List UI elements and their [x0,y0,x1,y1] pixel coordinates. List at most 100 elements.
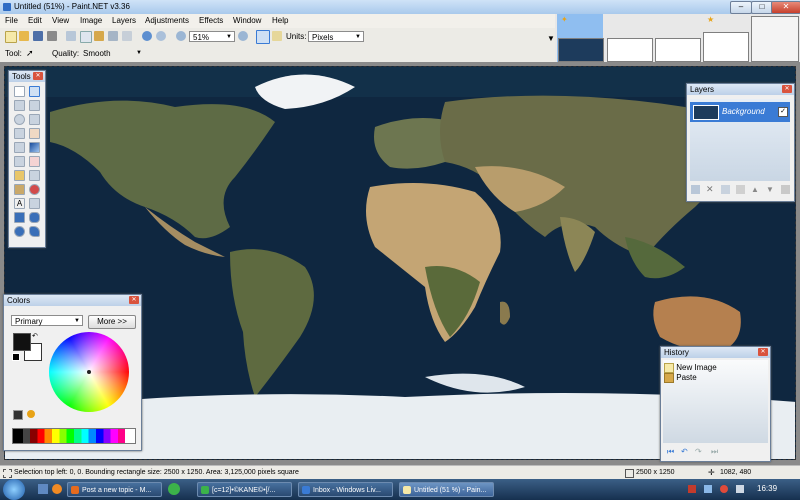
crop-icon[interactable] [108,31,118,41]
palette-options-icon[interactable] [13,410,23,420]
menu-layers[interactable]: Layers [112,16,136,25]
tray-network-icon[interactable] [704,485,712,493]
close-icon[interactable]: ✕ [129,296,139,304]
palette-colorpicker-icon[interactable] [27,410,35,418]
primary-color-swatch[interactable] [13,333,31,351]
fast-forward-icon[interactable]: ⏭ [711,447,718,457]
start-button[interactable] [3,479,25,500]
open-icon[interactable] [19,31,29,41]
save-icon[interactable] [33,31,43,41]
menu-effects[interactable]: Effects [199,16,223,25]
chevron-down-icon[interactable]: ▼ [547,34,555,43]
menu-window[interactable]: Window [233,16,261,25]
pencil-tool[interactable] [14,170,25,181]
swap-colors-icon[interactable]: ↶ [32,332,38,340]
image-thumb-3[interactable] [655,38,701,62]
pan-tool[interactable] [29,128,40,139]
move-up-icon[interactable]: ▲ [751,185,760,194]
layer-row-background[interactable]: Background ✓ [690,102,790,122]
close-icon[interactable]: ✕ [782,85,792,93]
zoom-in-icon[interactable] [238,31,248,41]
image-thumb-5[interactable] [751,16,799,62]
zoom-out-icon[interactable] [176,31,186,41]
redo-icon[interactable]: ↷ [695,447,702,456]
menu-image[interactable]: Image [80,16,102,25]
undo-icon[interactable]: ↶ [681,447,688,456]
freeform-shape-tool[interactable] [29,226,40,237]
menu-adjustments[interactable]: Adjustments [145,16,189,25]
clone-stamp-tool[interactable] [14,184,25,195]
ruler-icon[interactable] [272,31,282,41]
layer-properties-icon[interactable] [781,185,790,194]
delete-layer-icon[interactable]: ✕ [706,185,715,194]
minimize-button[interactable]: – [730,1,752,14]
messenger-icon[interactable] [168,483,180,495]
image-thumb-2[interactable] [607,38,653,62]
close-button[interactable]: ✕ [771,1,800,14]
close-icon[interactable]: ✕ [758,348,768,356]
more-button[interactable]: More >> [88,315,136,329]
move-tool-icon[interactable]: ➚ [26,48,34,59]
eraser-tool[interactable] [29,156,40,167]
history-item-new-image[interactable]: New Image [664,363,717,373]
tray-security-icon[interactable] [720,485,728,493]
rewind-icon[interactable]: ⏮ [667,447,674,457]
paint-bucket-tool[interactable] [14,142,25,153]
tray-volume-icon[interactable] [736,485,744,493]
recolor-tool[interactable] [29,184,40,195]
taskbar-chat[interactable]: [c=12]•©KANE©•[/... [197,482,292,497]
taskbar-mail[interactable]: Inbox - Windows Liv... [298,482,393,497]
menu-file[interactable]: File [5,16,18,25]
cut-icon[interactable] [66,31,76,41]
text-tool[interactable]: A [14,198,25,209]
zoom-tool[interactable] [29,114,40,125]
taskbar-firefox[interactable]: Post a new topic - M... [67,482,162,497]
maximize-button[interactable]: □ [751,1,773,14]
image-thumb-4[interactable] [703,32,749,62]
line-tool[interactable] [29,198,40,209]
tray-flag-icon[interactable] [688,485,696,493]
add-layer-icon[interactable] [691,185,700,194]
menu-edit[interactable]: Edit [28,16,42,25]
deselect-icon[interactable] [122,31,132,41]
gradient-tool[interactable] [29,142,40,153]
reset-colors-icon[interactable] [12,353,20,361]
image-thumb-active[interactable] [558,38,604,62]
new-icon[interactable] [5,31,17,43]
lasso-tool[interactable] [14,100,25,111]
move-tool[interactable] [29,100,40,111]
show-desktop-icon[interactable] [38,484,48,494]
menu-help[interactable]: Help [272,16,288,25]
quality-combo[interactable]: Smooth ▼ [80,48,144,59]
history-item-paste[interactable]: Paste [664,373,697,383]
close-icon[interactable]: ✕ [33,72,43,80]
merge-layer-icon[interactable] [736,185,745,194]
rounded-rect-tool[interactable] [29,212,40,223]
color-mode-combo[interactable]: Primary ▼ [11,315,83,326]
ellipse-tool[interactable] [14,226,25,237]
media-player-icon[interactable] [52,484,62,494]
redo-icon[interactable] [156,31,166,41]
color-picker-tool[interactable] [29,170,40,181]
paste-icon[interactable] [94,31,104,41]
move-selection-tool[interactable] [29,86,40,97]
units-combo[interactable]: Pixels ▼ [308,31,364,42]
clock[interactable]: 16:39 [757,484,777,493]
undo-icon[interactable] [142,31,152,41]
rectangle-tool[interactable] [14,212,25,223]
color-palette[interactable] [12,428,136,444]
menu-view[interactable]: View [52,16,69,25]
grid-icon[interactable] [256,30,270,44]
zoom-combo[interactable]: 51% ▼ [189,31,235,42]
taskbar-paintnet[interactable]: Untitled (51 %) - Pain... [399,482,494,497]
color-wheel[interactable] [49,332,129,412]
duplicate-layer-icon[interactable] [721,185,730,194]
magic-wand-tool[interactable] [14,128,25,139]
ellipse-select-tool[interactable] [14,114,25,125]
print-icon[interactable] [47,31,57,41]
layer-visibility-checkbox[interactable]: ✓ [778,107,788,117]
copy-icon[interactable] [80,31,92,43]
paintbrush-tool[interactable] [14,156,25,167]
move-down-icon[interactable]: ▼ [766,185,775,194]
rect-select-tool[interactable] [14,86,25,97]
